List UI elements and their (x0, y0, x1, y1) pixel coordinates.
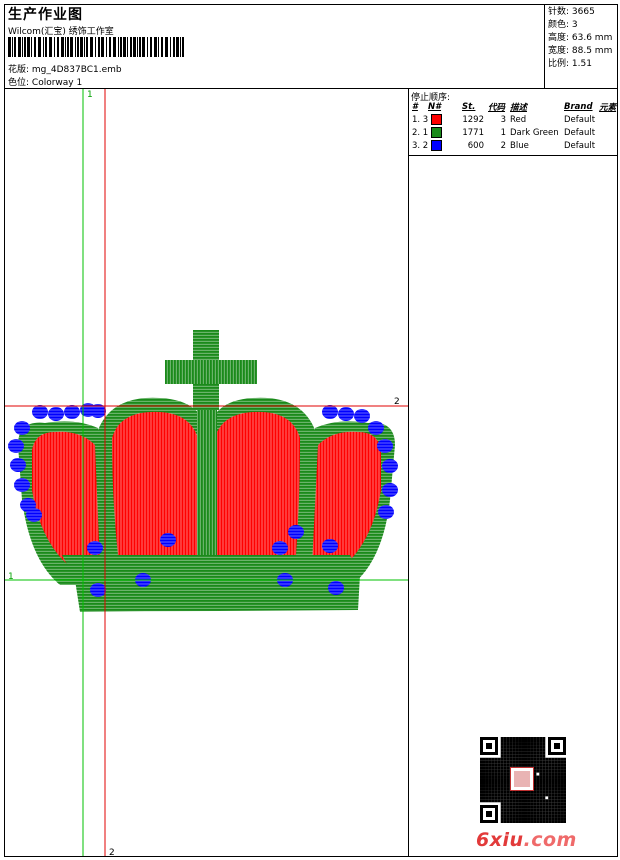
company-name: Wilcom(汇宝) 绣饰工作室 (8, 27, 114, 37)
row-index: 2. 1 (410, 126, 460, 139)
guide-h1-label: 1 (8, 572, 14, 582)
stat-stitches: 针数: 3665 (548, 7, 595, 17)
row-element (597, 126, 618, 139)
row-element (597, 139, 618, 152)
row-stitches: 1771 (462, 127, 484, 138)
guide-h2-label: 2 (394, 397, 400, 407)
blue-bead (48, 407, 64, 421)
row-element (597, 113, 618, 126)
row-brand: Default (564, 127, 596, 138)
stat-height: 高度: 63.6 mm (548, 33, 613, 43)
center-left-red-panel (112, 411, 200, 555)
col-stitches: St. (462, 102, 476, 112)
blue-bead (10, 458, 26, 472)
blue-bead (382, 459, 398, 473)
col-element: 元素 (599, 103, 617, 113)
row-index: 3. 2 (410, 139, 460, 152)
row-code: 3 (500, 114, 506, 125)
blue-bead (382, 483, 398, 497)
blue-bead (368, 421, 384, 435)
crown-headband (62, 555, 360, 612)
blue-bead (160, 533, 176, 547)
row-description: Blue (510, 140, 529, 151)
color-swatch (430, 114, 442, 125)
stop-sequence-table: # N# St. 代码 描述 Brand 元素 1. 3 1292 3 Red … (410, 101, 618, 152)
stat-colors: 颜色: 3 (548, 20, 578, 30)
table-row[interactable]: 1. 3 1292 3 Red Default (410, 113, 618, 126)
row-code: 2 (500, 140, 506, 151)
watermark-tld: .com (523, 829, 577, 851)
stat-scale: 比例: 1.51 (548, 59, 592, 69)
table-row[interactable]: 2. 1 1771 1 Dark Green Default (410, 126, 618, 139)
blue-bead (8, 439, 24, 453)
colorway-label: 色位: (8, 78, 32, 88)
crown-embroidery-icon (8, 330, 398, 612)
row-code: 1 (500, 127, 506, 138)
color-swatch (430, 140, 442, 151)
col-brand: Brand (564, 102, 593, 112)
watermark-name: 6xiu (476, 829, 524, 851)
sheet-title: 生产作业图 (8, 7, 83, 23)
cross-horizontal (165, 360, 257, 384)
barcode-icon (8, 37, 184, 57)
blue-bead (64, 405, 80, 419)
blue-bead (90, 583, 106, 597)
blue-bead (354, 409, 370, 423)
colorway-value: Colorway 1 (31, 78, 83, 88)
color-swatch (430, 127, 442, 138)
row-brand: Default (564, 114, 596, 125)
blue-bead (14, 478, 30, 492)
row-description: Red (510, 114, 527, 125)
guide-v1-label: 1 (87, 90, 93, 100)
stat-width: 宽度: 88.5 mm (548, 46, 613, 56)
file-name-line: 花版: mg_4D837BC1.emb (8, 62, 122, 75)
row-brand: Default (564, 140, 596, 151)
blue-bead (322, 539, 338, 553)
blue-bead (377, 439, 393, 453)
row-stitches: 600 (467, 140, 484, 151)
row-index: 1. 3 (410, 113, 460, 126)
col-needle: N# (428, 102, 442, 112)
row-stitches: 1292 (462, 114, 484, 125)
col-description: 描述 (510, 103, 528, 113)
blue-bead (322, 405, 338, 419)
colorway-line: 色位: Colorway 1 (8, 75, 82, 88)
file-name-value: mg_4D837BC1.emb (31, 65, 122, 75)
design-stats: 针数: 3665 颜色: 3 高度: 63.6 mm 宽度: 88.5 mm 比… (548, 6, 612, 71)
blue-bead (272, 541, 288, 555)
blue-bead (378, 505, 394, 519)
table-header-row: # N# St. 代码 描述 Brand 元素 (410, 101, 618, 113)
blue-bead (288, 525, 304, 539)
stats-divider (544, 4, 545, 88)
blue-bead (87, 541, 103, 555)
blue-bead (32, 405, 48, 419)
blue-bead (338, 407, 354, 421)
center-right-red-panel (213, 411, 300, 555)
row-description: Dark Green (510, 127, 559, 138)
design-canvas[interactable]: 1 2 1 2 (5, 89, 408, 856)
file-name-label: 花版: (8, 65, 32, 75)
col-code: 代码 (488, 103, 506, 113)
sidebar-divider (408, 88, 409, 857)
blue-bead (14, 421, 30, 435)
col-index: # (412, 102, 418, 112)
seal-icon (510, 767, 534, 791)
blue-bead (328, 581, 344, 595)
site-watermark[interactable]: 6xiu.com (476, 829, 577, 851)
stop-table-divider (408, 155, 618, 156)
center-column (197, 405, 217, 555)
table-row[interactable]: 3. 2 600 2 Blue Default (410, 139, 618, 152)
blue-bead (26, 508, 42, 522)
guide-v2-label: 2 (109, 848, 115, 856)
